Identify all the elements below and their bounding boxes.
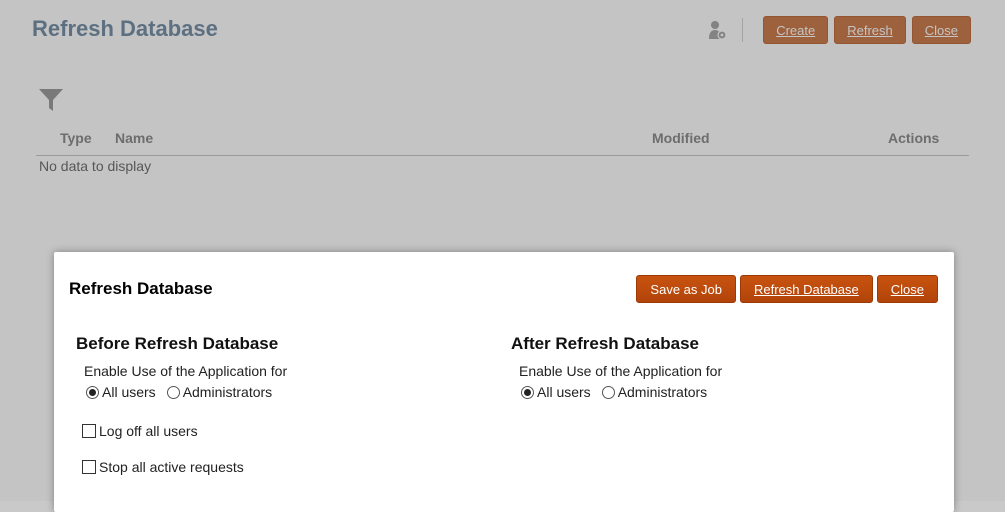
after-all-users-radio[interactable] <box>521 385 534 399</box>
dialog-close-button[interactable]: Close <box>876 275 938 303</box>
stop-requests-label[interactable]: Stop all active requests <box>99 459 244 475</box>
before-refresh-section: Before Refresh Database Enable Use of th… <box>76 334 287 400</box>
before-all-users-radio[interactable] <box>86 385 99 399</box>
after-heading: After Refresh Database <box>511 334 700 353</box>
before-enable-label: Enable Use of the Application for <box>84 363 288 379</box>
after-radio-group: All users Administrators <box>521 384 722 400</box>
stop-requests-checkbox[interactable] <box>82 460 96 474</box>
before-heading: Before Refresh Database <box>76 334 279 353</box>
after-all-users-label[interactable]: All users <box>537 384 591 400</box>
log-off-users-label[interactable]: Log off all users <box>99 423 198 439</box>
after-enable-label: Enable Use of the Application for <box>519 363 723 379</box>
dialog-title: Refresh Database <box>69 279 213 298</box>
after-administrators-radio[interactable] <box>601 385 615 399</box>
before-administrators-label[interactable]: Administrators <box>183 384 272 400</box>
stop-requests-row: Stop all active requests <box>82 459 244 475</box>
refresh-database-button[interactable]: Refresh Database <box>739 275 873 303</box>
after-administrators-label[interactable]: Administrators <box>618 384 707 400</box>
refresh-database-dialog: Refresh Database Save as Job Refresh Dat… <box>54 252 954 512</box>
log-off-users-row: Log off all users <box>82 423 198 439</box>
dialog-actions: Save as Job Refresh Database Close <box>632 275 938 303</box>
before-administrators-radio[interactable] <box>166 385 180 399</box>
before-all-users-label[interactable]: All users <box>102 384 156 400</box>
log-off-users-checkbox[interactable] <box>82 424 96 438</box>
before-radio-group: All users Administrators <box>86 384 287 400</box>
after-refresh-section: After Refresh Database Enable Use of the… <box>511 334 722 400</box>
save-as-job-button[interactable]: Save as Job <box>636 275 736 303</box>
